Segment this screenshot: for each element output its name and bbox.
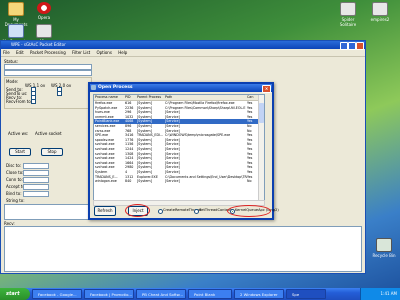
col-path[interactable]: Path [165,95,247,100]
task-windows-explorer[interactable]: 2 Windows Explorer [234,289,284,299]
process-cell: winlogon.exe [95,179,117,184]
process-cell: [Service] [165,179,180,184]
close-to-label: Close to: [6,170,24,175]
stop-label: Stop [47,149,57,154]
recvfrom-label: RecvFrom to: [6,99,33,104]
menu-options[interactable]: Options [96,50,111,55]
taskbar: start Facebook - Google... Facebook | Pr… [0,288,400,300]
shortcut-icon [36,24,52,38]
system-tray: 1:41 AM [360,288,400,300]
process-row[interactable]: winlogon.exe 840 [System] [Service] No [94,179,264,184]
refresh-button[interactable]: Refresh [94,206,116,216]
desktop-icon-label: empires2 [370,17,390,22]
dialog-title: Open Process [98,85,133,90]
highlight-circle-kernel [227,205,271,217]
process-icon [91,85,96,90]
recvfrom-checkbox[interactable] [31,99,36,104]
process-list[interactable]: Process name PID Parent Process Path Can… [93,94,265,202]
desktop-icon-label: Recycle Bin [372,253,396,258]
menu-edit[interactable]: Edit [16,50,24,55]
col-pid[interactable]: PID [125,95,137,100]
menu-help[interactable]: Help [118,50,127,55]
wpe-title: WPE - sGtAsC Packet Editor [11,42,66,47]
string-to-label: String to: [6,198,25,203]
task-label: PB Cheat And Softw... [142,292,184,297]
task-facebook-google[interactable]: Facebook - Google... [32,289,82,299]
menu-packet-processing[interactable]: Packet Processing [30,50,66,55]
menu-filter-list[interactable]: Filter List [72,50,90,55]
process-rows: firefox.exe 616 [System] C:\Program Files\M… [94,101,264,184]
stop-button[interactable]: Stop [41,148,63,156]
menu-file[interactable]: File [3,50,10,55]
conn-field[interactable] [23,177,49,183]
process-cell: [System] [137,179,152,184]
task-label: Spe [292,292,300,297]
dialog-title-bar[interactable]: Open Process × [90,84,272,93]
close-button[interactable] [356,42,364,50]
col-process-name[interactable]: Process name [94,95,125,100]
start-label: start [6,291,20,297]
computer-icon [8,24,24,38]
bind-to-label: Bind to: [6,191,22,196]
conn-to-label: Conn to: [6,177,23,182]
clock[interactable]: 1:41 AM [381,291,397,296]
disc-field[interactable] [23,163,49,169]
wpe-title-bar[interactable]: WPE - sGtAsC Packet Editor [1,41,365,50]
scroll-thumb[interactable] [259,103,264,123]
start-button[interactable]: start [0,288,30,300]
desktop-icon-spider-solitaire[interactable]: Spider Solitaire [334,2,362,27]
vertical-scrollbar[interactable] [258,95,264,201]
highlight-circle-inject [125,204,150,217]
desktop-icon-label: Opera [37,15,51,20]
task-label: Facebook | Promotio... [90,292,132,297]
task-facebook-promotions[interactable]: Facebook | Promotio... [84,289,134,299]
task-label: Point Blank [194,292,216,297]
start-button[interactable]: Start [9,148,31,156]
desktop-icon-label: Spider Solitaire [339,17,357,27]
maximize-button[interactable] [348,42,356,50]
game-icon [372,2,388,16]
opera-icon [37,2,51,14]
folder-icon [8,2,24,16]
string-field[interactable] [4,204,92,220]
status-field-2 [4,70,92,76]
active-ws-label: Active ws: [8,131,29,136]
minimize-button[interactable] [340,42,348,50]
active-socket-label: Active socket [35,131,62,136]
disc-to-label: Disc to: [6,163,22,168]
accept-field[interactable] [23,184,49,190]
recv-log[interactable] [4,226,362,272]
process-cell: 840 [125,179,132,184]
col-parent-process[interactable]: Parent Process [137,95,165,100]
mode-label: Mode: [6,79,19,84]
cards-icon [340,2,356,16]
task-spe[interactable]: Spe [286,289,326,299]
task-point-blank[interactable]: Point Blank [188,289,232,299]
desktop-icon-recycle-bin[interactable]: Recycle Bin [370,238,398,258]
task-label: Facebook - Google... [38,292,77,297]
desktop-icon-empires2[interactable]: empires2 [366,2,394,22]
refresh-label: Refresh [97,208,113,213]
open-process-dialog: Open Process × Process name PID Parent P… [88,82,279,220]
bind-field[interactable] [23,191,49,197]
task-pb-cheat[interactable]: PB Cheat And Softw... [136,289,186,299]
start-label: Start [15,149,25,154]
menu-bar: File Edit Packet Processing Filter List … [1,49,365,57]
close-field[interactable] [23,170,49,176]
desktop-icon-opera[interactable]: Opera [30,2,58,20]
task-label: 2 Windows Explorer [240,292,278,297]
dialog-close-button[interactable]: × [262,85,271,93]
sendto-checkbox-2[interactable] [57,91,62,96]
recycle-bin-icon [376,238,392,252]
